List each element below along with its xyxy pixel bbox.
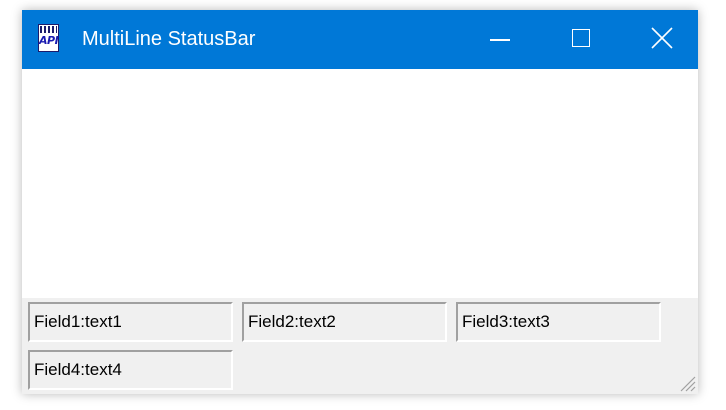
- status-bar: Field1:text1 Field2:text2 Field3:text3 F…: [22, 298, 698, 394]
- minimize-icon: [490, 39, 510, 41]
- minimize-button[interactable]: [470, 10, 538, 69]
- status-field-1: Field1:text1: [28, 302, 233, 342]
- status-field-2: Field2:text2: [242, 302, 447, 342]
- api-app-icon[interactable]: API: [38, 24, 59, 52]
- status-field-4: Field4:text4: [28, 350, 233, 390]
- app-icon-header: [40, 26, 57, 33]
- close-button[interactable]: [630, 10, 698, 69]
- status-field-3: Field3:text3: [456, 302, 661, 342]
- main-window: API MultiLine StatusBar Field1:text1 Fie…: [22, 10, 698, 394]
- title-bar[interactable]: API MultiLine StatusBar: [22, 10, 698, 69]
- app-icon-text: API: [39, 34, 59, 47]
- close-icon: [651, 27, 673, 49]
- resize-grip-icon[interactable]: [678, 374, 696, 392]
- client-area: [22, 69, 698, 298]
- maximize-button[interactable]: [550, 10, 618, 69]
- maximize-icon: [572, 29, 590, 47]
- window-title: MultiLine StatusBar: [82, 28, 256, 50]
